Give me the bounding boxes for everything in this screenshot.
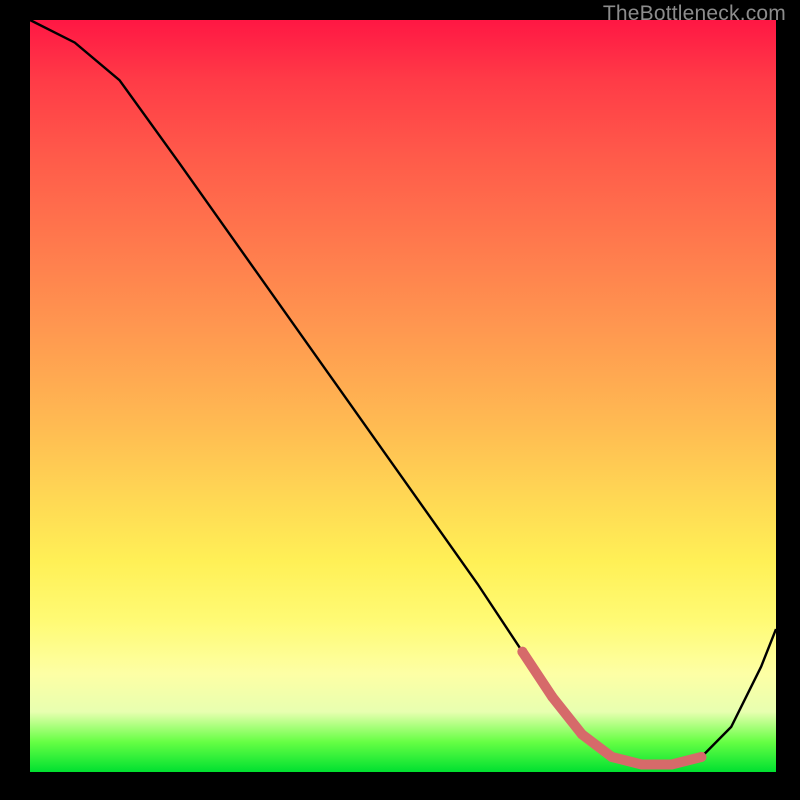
chart-frame: TheBottleneck.com [0, 0, 800, 800]
highlight-dot [696, 752, 706, 762]
bottleneck-curve-path [30, 20, 776, 765]
highlight-segment-path [522, 652, 701, 765]
curve-svg [30, 20, 776, 772]
highlight-dot [577, 729, 587, 739]
highlight-dot [637, 760, 647, 770]
highlight-dot [547, 692, 557, 702]
highlight-dot [667, 760, 677, 770]
highlight-dot [607, 752, 617, 762]
plot-area [30, 20, 776, 772]
highlight-dot [517, 647, 527, 657]
